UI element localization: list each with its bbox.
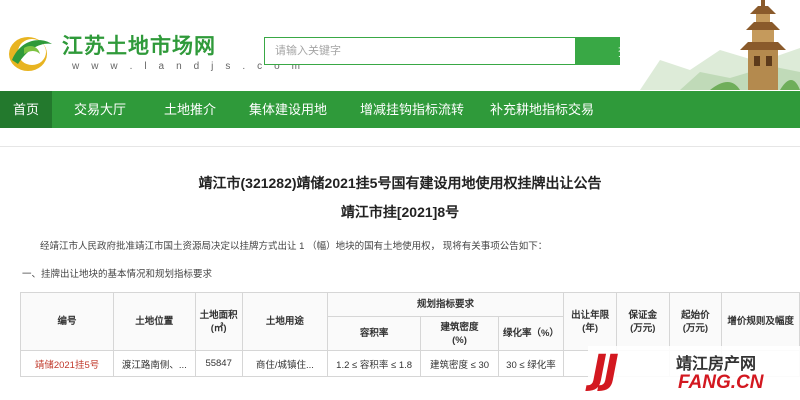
parcel-id-link[interactable]: 靖储2021挂5号 xyxy=(20,350,115,377)
watermark-domain: FANG.CN xyxy=(678,372,764,393)
col-header-area: 土地面积 (㎡) xyxy=(194,292,243,351)
search-input[interactable] xyxy=(264,37,576,65)
col-header-density: 建筑密度 (%) xyxy=(420,316,499,351)
announcement-intro: 经靖江市人民政府批准靖江市国土资源局决定以挂牌方式出让 1 （幅）地块的国有土地… xyxy=(40,241,548,252)
land-logo-icon[interactable] xyxy=(6,30,56,74)
col-header-increment: 增价规则及幅度 xyxy=(721,292,800,351)
nav-item-collective-land[interactable]: 集体建设用地 xyxy=(232,91,344,128)
nav-item-trading-hall[interactable]: 交易大厅 xyxy=(52,91,148,128)
watermark-name: 靖江房产网 xyxy=(676,356,757,373)
announcement-title: 靖江市(321282)靖储2021挂5号国有建设用地使用权挂牌出让公告 xyxy=(198,175,602,191)
pagoda-tower-icon xyxy=(620,0,800,90)
col-header-usage: 土地用途 xyxy=(241,292,328,351)
site-header: 江苏土地市场网 w w w . l a n d j s . c o m 查询 xyxy=(0,0,800,90)
col-header-start-price: 起始价 (万元) xyxy=(668,292,723,351)
cell-green: 30 ≤ 绿化率 xyxy=(497,350,565,377)
cell-far: 1.2 ≤ 容积率 ≤ 1.8 xyxy=(326,350,422,377)
main-nav: 首页 交易大厅 土地推介 集体建设用地 增减挂钩指标流转 补充耕地指标交易 xyxy=(0,91,800,128)
nav-item-quota-transfer[interactable]: 增减挂钩指标流转 xyxy=(344,91,480,128)
cell-density: 建筑密度 ≤ 30 xyxy=(420,350,499,377)
col-header-id: 编号 xyxy=(20,292,115,351)
announcement-number: 靖江市挂[2021]8号 xyxy=(340,204,460,220)
nav-item-land-promotion[interactable]: 土地推介 xyxy=(148,91,232,128)
site-watermark: JJ 靖江房产网 FANG.CN xyxy=(588,346,800,400)
cell-area: 55847 xyxy=(194,350,243,377)
nav-item-home[interactable]: 首页 xyxy=(0,91,52,128)
site-title[interactable]: 江苏土地市场网 xyxy=(62,30,216,60)
section-heading: 一、挂牌出让地块的基本情况和规划指标要求 xyxy=(22,269,213,280)
col-header-far: 容积率 xyxy=(326,316,422,351)
cell-usage: 商住/城镇住... xyxy=(241,350,328,377)
content-divider xyxy=(0,146,800,147)
col-group-planning: 规划指标要求 xyxy=(326,292,565,317)
cell-location: 渡江路南侧、... xyxy=(113,350,196,377)
col-header-location: 土地位置 xyxy=(113,292,196,351)
col-header-deposit: 保证金 (万元) xyxy=(615,292,670,351)
col-header-green: 绿化率（%） xyxy=(497,316,565,351)
watermark-logo-mark: JJ xyxy=(592,347,619,393)
nav-item-farmland-quota[interactable]: 补充耕地指标交易 xyxy=(480,91,604,128)
col-header-term: 出让年限 (年) xyxy=(563,292,617,351)
